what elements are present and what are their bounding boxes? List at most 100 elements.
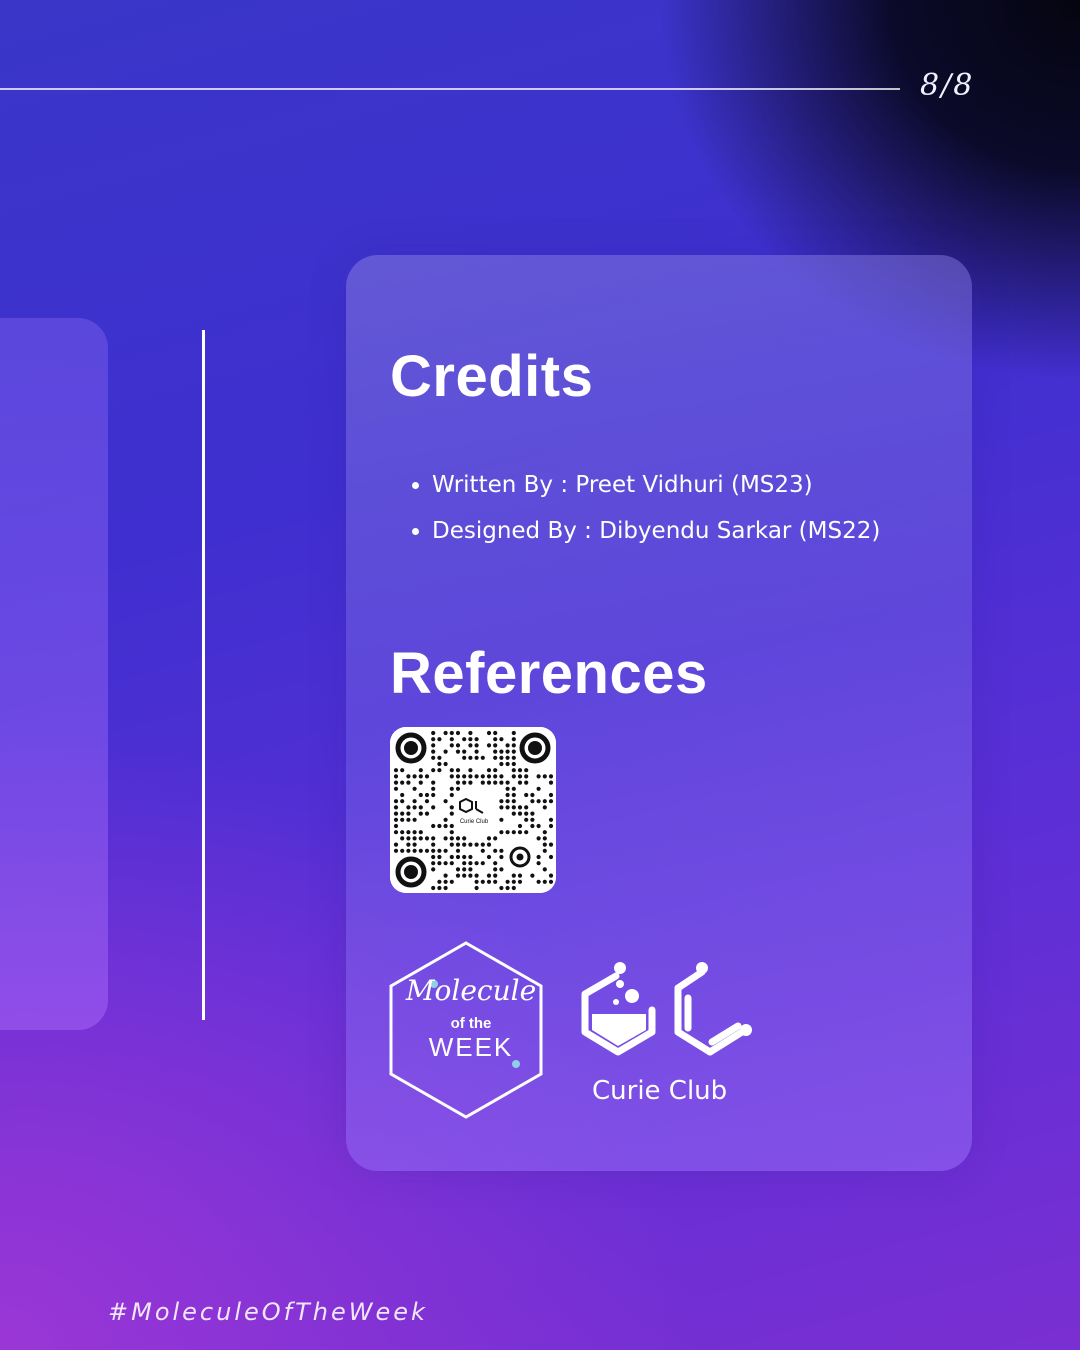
qr-dot: [393, 823, 399, 829]
qr-dot: [474, 861, 479, 866]
qr-dot: [431, 743, 436, 748]
qr-dot: [412, 774, 417, 779]
qr-dot: [437, 737, 442, 742]
qr-dot: [443, 730, 448, 736]
qr-dot: [493, 755, 498, 760]
qr-dot: [468, 737, 473, 742]
qr-dot: [400, 780, 405, 785]
qr-dot: [536, 836, 541, 841]
qr-dot: [393, 799, 399, 804]
qr-dot: [437, 885, 442, 891]
vertical-divider-line: [202, 330, 205, 1020]
qr-dot: [524, 805, 529, 810]
qr-dot: [548, 792, 554, 798]
qr-dot: [412, 805, 417, 810]
credits-list: Written By : Preet Vidhuri (MS23) Design…: [390, 467, 880, 559]
qr-dot: [548, 879, 554, 884]
mow-logo-line1: Molecule: [405, 974, 537, 1007]
qr-dot: [462, 755, 467, 760]
qr-dot: [499, 805, 504, 810]
qr-dot: [536, 774, 541, 779]
qr-dot: [418, 848, 423, 853]
qr-dot: [493, 780, 498, 785]
qr-dot: [499, 799, 504, 804]
qr-dot: [455, 730, 461, 736]
qr-dot: [511, 755, 516, 760]
qr-dot: [480, 755, 485, 760]
qr-dot: [406, 780, 411, 785]
qr-dot: [406, 842, 411, 847]
qr-dot: [468, 774, 473, 779]
qr-dot: [536, 861, 541, 866]
qr-dot: [418, 836, 423, 841]
qr-dot: [493, 749, 498, 754]
qr-dot: [443, 879, 448, 884]
qr-dot: [424, 836, 430, 841]
qr-dot: [468, 861, 473, 866]
qr-dot: [418, 792, 423, 798]
qr-dot: [455, 873, 461, 878]
qr-dot: [548, 854, 554, 860]
qr-dot: [443, 749, 448, 754]
qr-dot: [449, 830, 454, 835]
qr-dot: [424, 774, 430, 779]
qr-dot: [542, 836, 547, 841]
qr-dot: [462, 774, 467, 779]
qr-dot: [480, 780, 485, 785]
qr-dot: [511, 792, 516, 798]
qr-dot: [468, 842, 473, 847]
qr-dot: [505, 755, 510, 760]
mow-logo-line3: WEEK: [428, 1032, 514, 1062]
page-indicator: 8/8: [920, 68, 975, 103]
qr-dot: [493, 836, 498, 841]
qr-dot: [449, 792, 454, 798]
qr-dot: [455, 768, 461, 773]
qr-dot: [499, 817, 504, 822]
qr-dot: [431, 749, 436, 754]
qr-dot: [511, 811, 516, 816]
qr-dot: [393, 842, 399, 847]
qr-dot: [418, 811, 423, 816]
qr-dot: [455, 774, 461, 779]
qr-dot: [474, 873, 479, 878]
qr-dot: [505, 792, 510, 798]
qr-dot: [480, 861, 485, 866]
qr-dot: [406, 836, 411, 841]
qr-dot: [431, 854, 436, 860]
qr-dot: [393, 774, 399, 779]
qr-dot: [468, 755, 473, 760]
qr-dot: [524, 768, 529, 773]
qr-dot: [530, 799, 535, 804]
qr-dot: [499, 755, 504, 760]
qr-dot: [505, 805, 510, 810]
references-qr-code[interactable]: Curie Club: [390, 727, 556, 893]
qr-dot: [462, 867, 467, 872]
qr-dot: [406, 811, 411, 816]
qr-dot: [474, 755, 479, 760]
qr-dot: [486, 768, 492, 773]
curie-club-label: Curie Club: [592, 1076, 728, 1106]
qr-dot: [449, 743, 454, 748]
qr-dot: [493, 861, 498, 866]
qr-dot: [548, 842, 554, 847]
qr-dot: [505, 743, 510, 748]
qr-dot: [499, 885, 504, 891]
qr-dot: [542, 799, 547, 804]
qr-dot: [455, 836, 461, 841]
qr-dot: [412, 836, 417, 841]
qr-dot: [517, 873, 523, 878]
qr-dot: [462, 836, 467, 841]
qr-dot: [505, 786, 510, 791]
qr-dot: [548, 780, 554, 785]
qr-dot: [437, 761, 442, 767]
qr-dot: [449, 805, 454, 810]
qr-dot: [505, 761, 510, 767]
qr-dot: [468, 780, 473, 785]
qr-dot: [431, 805, 436, 810]
qr-dot: [455, 743, 461, 748]
qr-dot: [517, 780, 523, 785]
qr-dot: [499, 761, 504, 767]
references-heading: References: [390, 641, 708, 706]
qr-dot: [468, 867, 473, 872]
credits-card: Credits Written By : Preet Vidhuri (MS23…: [346, 255, 972, 1171]
